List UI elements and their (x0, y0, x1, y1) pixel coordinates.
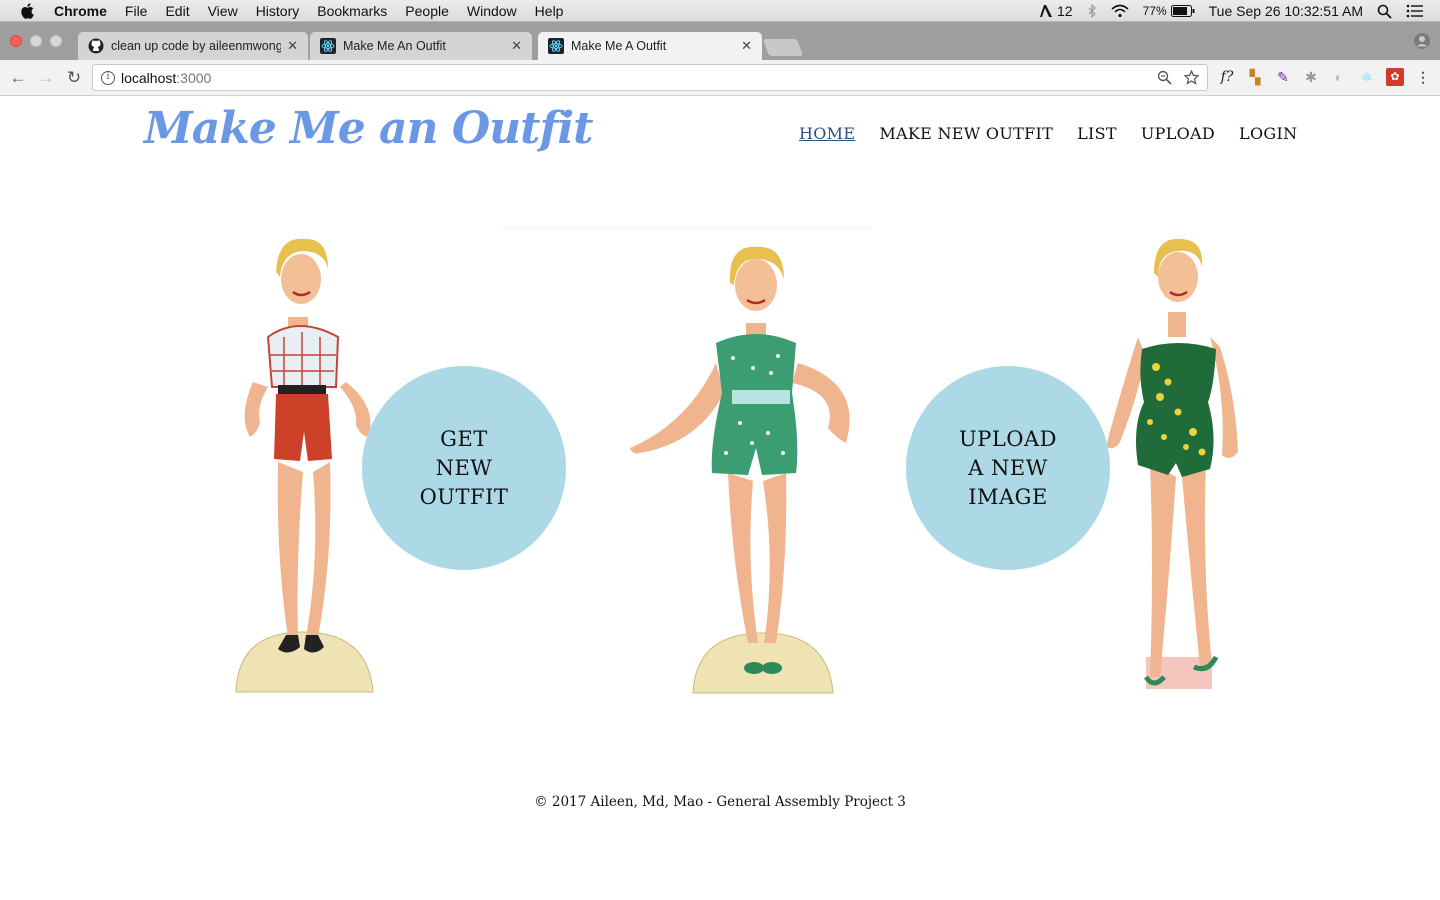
nav-upload[interactable]: UPLOAD (1141, 124, 1215, 143)
web-page: Make Me an Outfit HOME MAKE NEW OUTFIT L… (0, 97, 1440, 900)
address-bar[interactable]: i localhost:3000 (92, 64, 1208, 91)
adobe-count: 12 (1057, 3, 1073, 19)
spotlight-search-icon[interactable] (1377, 4, 1392, 19)
get-new-outfit-button[interactable]: GET NEW OUTFIT (362, 366, 566, 570)
nav-login[interactable]: LOGIN (1239, 124, 1297, 143)
menu-help[interactable]: Help (535, 3, 564, 19)
button-line: GET (440, 426, 488, 451)
clock[interactable]: Tue Sep 26 10:32:51 AM (1209, 3, 1363, 19)
tab-make-me-a-outfit-active[interactable]: Make Me A Outfit ✕ (538, 32, 762, 60)
battery-percent: 77% (1142, 4, 1167, 18)
url-host: localhost (121, 69, 177, 86)
menu-window[interactable]: Window (467, 3, 517, 19)
battery-status[interactable]: 77% (1143, 4, 1195, 18)
menu-app-name[interactable]: Chrome (54, 3, 107, 19)
menu-bookmarks[interactable]: Bookmarks (317, 3, 387, 19)
chrome-menu-icon[interactable]: ⋮ (1414, 68, 1432, 86)
url-port: :3000 (176, 69, 212, 86)
nav-make-new-outfit[interactable]: MAKE NEW OUTFIT (879, 124, 1053, 143)
redux-extension-icon[interactable]: ◐ (1330, 68, 1348, 86)
reload-icon[interactable]: ↻ (64, 68, 84, 88)
button-line: UPLOAD (959, 426, 1057, 451)
main-nav: HOME MAKE NEW OUTFIT LIST UPLOAD LOGIN (799, 124, 1297, 143)
react-icon (320, 38, 336, 54)
macos-menubar: Chrome File Edit View History Bookmarks … (0, 0, 1440, 22)
menu-edit[interactable]: Edit (165, 3, 189, 19)
font-extension-icon[interactable]: f? (1218, 68, 1236, 86)
react-icon (548, 38, 564, 54)
github-icon (88, 38, 104, 54)
button-line: A NEW (968, 455, 1048, 480)
react-devtools-icon[interactable]: ⚛ (1358, 68, 1376, 86)
forward-arrow-icon[interactable]: → (36, 68, 56, 88)
site-info-icon[interactable]: i (101, 70, 115, 85)
menu-view[interactable]: View (208, 3, 238, 19)
browser-toolbar: ← → ↻ i localhost:3000 f? ▚ ✎ ✱ ◐ ⚛ ✿ ⋮ (0, 60, 1440, 96)
window-controls (10, 35, 62, 47)
tab-title: Make Me An Outfit (343, 39, 446, 53)
wifi-icon[interactable] (1111, 4, 1129, 18)
notification-center-icon[interactable] (1406, 4, 1424, 18)
battery-icon (1170, 5, 1195, 17)
footer-copyright: © 2017 Aileen, Md, Mao - General Assembl… (534, 794, 906, 810)
profile-avatar-icon[interactable] (1414, 33, 1430, 49)
browser-tab-strip: clean up code by aileenmwong ✕ Make Me A… (0, 22, 1440, 60)
zoom-icon[interactable] (1157, 70, 1172, 85)
tab-close-icon[interactable]: ✕ (741, 38, 752, 54)
nav-list[interactable]: LIST (1077, 124, 1117, 143)
adobe-icon (1040, 5, 1053, 17)
bug-extension-icon[interactable]: ✱ (1302, 68, 1320, 86)
paper-doll-floral-swimsuit (1106, 238, 1238, 689)
back-arrow-icon[interactable]: ← (8, 68, 28, 88)
paint-extension-icon[interactable]: ▚ (1246, 68, 1264, 86)
bluetooth-icon[interactable] (1087, 4, 1097, 18)
menu-history[interactable]: History (256, 3, 300, 19)
nav-home[interactable]: HOME (799, 124, 855, 143)
tab-title: Make Me A Outfit (571, 39, 667, 53)
red-extension-icon[interactable]: ✿ (1386, 68, 1404, 86)
site-logo[interactable]: Make Me an Outfit (144, 103, 593, 154)
tab-title: clean up code by aileenmwong (111, 39, 282, 53)
eyedropper-extension-icon[interactable]: ✎ (1274, 68, 1292, 86)
tab-close-icon[interactable]: ✕ (287, 38, 298, 54)
new-tab-button[interactable] (762, 39, 804, 56)
button-line: OUTFIT (419, 484, 509, 509)
close-window-button[interactable] (10, 35, 22, 47)
tab-github[interactable]: clean up code by aileenmwong ✕ (78, 32, 308, 60)
upload-new-image-button[interactable]: UPLOAD A NEW IMAGE (906, 366, 1110, 570)
button-line: NEW (435, 455, 493, 480)
minimize-window-button[interactable] (30, 35, 42, 47)
tab-make-me-an-outfit[interactable]: Make Me An Outfit ✕ (310, 32, 532, 60)
divider (500, 228, 872, 229)
menu-file[interactable]: File (125, 3, 148, 19)
menu-people[interactable]: People (405, 3, 449, 19)
adobe-status[interactable]: 12 (1039, 3, 1073, 19)
apple-menu-icon[interactable] (20, 2, 36, 20)
button-line: IMAGE (968, 484, 1048, 509)
paper-doll-green-romper (630, 246, 850, 694)
zoom-window-button[interactable] (50, 35, 62, 47)
bookmark-star-icon[interactable] (1184, 70, 1199, 85)
tab-close-icon[interactable]: ✕ (511, 38, 522, 54)
